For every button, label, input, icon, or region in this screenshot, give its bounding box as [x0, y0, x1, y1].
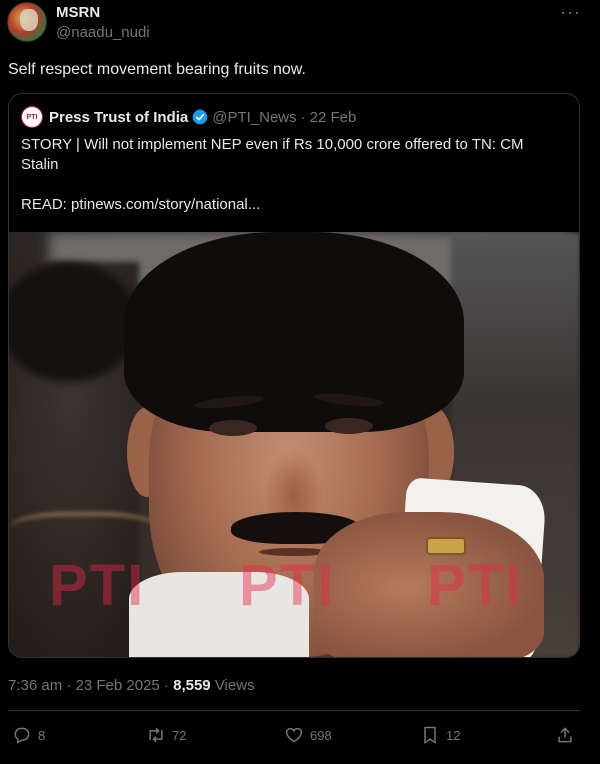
share-icon [558, 727, 572, 743]
quote-avatar[interactable]: PTI [21, 106, 43, 128]
retweet-button[interactable]: 72 [146, 722, 186, 748]
photo-background-glasses [9, 512, 159, 552]
quote-author-name[interactable]: Press Trust of India [49, 109, 188, 126]
share-button[interactable] [555, 722, 575, 748]
photo-watermark: PTI [239, 553, 336, 618]
views-count: 8,559 [173, 677, 211, 694]
heart-icon [285, 727, 303, 743]
bookmark-button[interactable]: 12 [420, 722, 460, 748]
reply-icon [14, 727, 30, 744]
pti-logo-text: PTI [26, 113, 38, 121]
action-bar: 8 72 698 12 [0, 722, 600, 752]
quote-header: PTI Press Trust of India @PTI_News · 22 … [21, 106, 356, 128]
photo-watermark: PTI [427, 553, 524, 618]
bookmark-count: 12 [446, 727, 461, 743]
quote-body-text: STORY | Will not implement NEP even if R… [21, 136, 524, 173]
photo-eye-right [325, 418, 373, 434]
author-display-name[interactable]: MSRN [56, 4, 100, 21]
like-count: 698 [310, 727, 332, 743]
avatar[interactable] [7, 2, 47, 42]
verified-badge-icon [192, 109, 208, 125]
photo-nose [264, 447, 324, 517]
bookmark-icon [424, 726, 436, 744]
author-handle[interactable]: @naadu_nudi [56, 24, 150, 41]
quote-tweet-card[interactable]: PTI Press Trust of India @PTI_News · 22 … [8, 93, 580, 658]
divider [8, 710, 580, 711]
tweet-text: Self respect movement bearing fruits now… [8, 61, 306, 78]
photo-eye-left [209, 420, 257, 436]
quote-author-handle[interactable]: @PTI_News [212, 109, 296, 126]
views-label: Views [210, 677, 255, 694]
like-button[interactable]: 698 [284, 722, 332, 748]
retweet-count: 72 [172, 727, 187, 743]
photo-hair [124, 232, 464, 432]
quote-read-link[interactable]: READ: ptinews.com/story/national... [21, 196, 260, 213]
tweet-timestamp[interactable]: 7:36 am · 23 Feb 2025 · [8, 677, 173, 694]
tweet-header: MSRN @naadu_nudi ··· [7, 2, 593, 46]
quote-photo[interactable]: PTI PTI PTI [9, 232, 579, 657]
quote-date[interactable]: 22 Feb [310, 109, 357, 126]
reply-count: 8 [38, 727, 46, 743]
reply-button[interactable]: 8 [12, 722, 45, 748]
tweet-meta: 7:36 am · 23 Feb 2025 · 8,559 Views [8, 677, 255, 694]
retweet-icon [149, 727, 163, 743]
separator-dot: · [300, 108, 306, 126]
photo-watermark: PTI [49, 553, 146, 618]
more-icon[interactable]: ··· [560, 2, 581, 23]
